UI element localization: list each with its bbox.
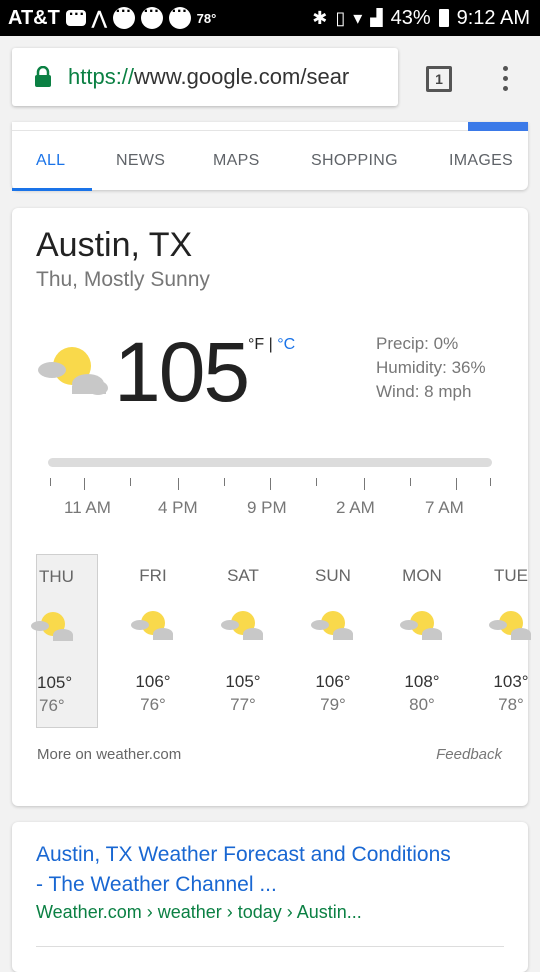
feedback-link[interactable]: Feedback	[436, 746, 502, 763]
weather-details: Precip: 0% Humidity: 36% Wind: 8 mph	[376, 332, 486, 404]
hour-label: 7 AM	[425, 498, 464, 517]
day-forecast-tue[interactable]: TUE 103° 78°	[480, 554, 540, 728]
day-high: 106°	[315, 672, 351, 691]
divider	[36, 946, 504, 947]
day-forecast-thu[interactable]: THU 105° 76°	[31, 554, 98, 728]
unit-fahrenheit[interactable]: °F	[248, 336, 264, 353]
chat-notification-icon-2	[140, 3, 163, 29]
partly-sunny-icon	[489, 611, 531, 640]
day-name: THU	[39, 567, 74, 586]
search-button-edge[interactable]	[468, 122, 528, 131]
precipitation: Precip: 0%	[376, 334, 459, 353]
url-protocol: https://	[68, 64, 135, 89]
lock-icon	[35, 66, 51, 87]
day-high: 103°	[493, 672, 529, 691]
more-weather-link[interactable]: More on weather.com	[37, 746, 181, 763]
status-temperature: 78°	[196, 10, 217, 26]
humidity: Humidity: 36%	[376, 358, 486, 377]
hour-label: 9 PM	[247, 498, 287, 517]
carrier-label: AT&T	[8, 6, 60, 29]
tab-news[interactable]: NEWS	[116, 152, 165, 170]
tab-maps[interactable]: MAPS	[213, 152, 260, 170]
unit-toggle: °F | °C	[248, 336, 295, 354]
day-forecast-fri[interactable]: FRI 106° 76°	[122, 554, 184, 728]
url-rest: www.google.com/sear	[134, 64, 350, 89]
chat-notification-icon	[112, 3, 135, 29]
day-low: 80°	[409, 695, 435, 714]
day-low: 78°	[498, 695, 524, 714]
url-text: https://www.google.com/sear	[68, 64, 349, 90]
day-name: MON	[402, 566, 442, 585]
current-temperature: 105	[114, 325, 250, 419]
result-url: Weather.com › weather › today › Austin..…	[36, 902, 362, 922]
wifi-signal-icon: ▾	[353, 7, 363, 28]
active-tab-indicator	[12, 188, 92, 191]
day-high: 105°	[37, 673, 73, 692]
hour-label: 4 PM	[158, 498, 198, 517]
battery-percent: 43%	[390, 6, 431, 29]
partly-sunny-icon	[311, 611, 353, 640]
weather-location: Austin, TX	[36, 226, 193, 264]
wifi-hotspot-icon: ⋀	[91, 7, 107, 28]
day-high: 106°	[135, 672, 171, 691]
hourly-ticks	[48, 478, 492, 490]
day-high: 105°	[225, 672, 261, 691]
browser-toolbar: https://www.google.com/sear 1	[0, 36, 540, 122]
divider	[12, 130, 528, 131]
hourly-slider[interactable]	[48, 458, 492, 467]
partly-sunny-icon	[38, 347, 108, 395]
day-name: FRI	[139, 566, 167, 585]
day-forecast-mon[interactable]: MON 108° 80°	[391, 554, 453, 728]
tab-images[interactable]: IMAGES	[449, 152, 513, 170]
hour-label: 11 AM	[64, 498, 111, 517]
day-forecast-sat[interactable]: SAT 105° 77°	[212, 554, 274, 728]
unit-separator: |	[264, 336, 278, 353]
partly-sunny-icon	[131, 611, 173, 640]
day-low: 76°	[140, 695, 166, 714]
tab-switcher-button[interactable]: 1	[426, 66, 452, 92]
search-result-card: Austin, TX Weather Forecast and Conditio…	[12, 822, 528, 972]
partly-sunny-icon	[31, 612, 73, 641]
wind: Wind: 8 mph	[376, 382, 472, 401]
weather-condition: Thu, Mostly Sunny	[36, 268, 210, 291]
clock: 9:12 AM	[456, 6, 530, 29]
partly-sunny-icon	[221, 611, 263, 640]
chat-notification-icon-3	[168, 3, 191, 29]
day-low: 77°	[230, 695, 256, 714]
partly-sunny-icon	[400, 611, 442, 640]
day-name: SUN	[315, 566, 351, 585]
cell-signal-icon: ▟	[370, 10, 383, 27]
bluetooth-icon: ✱	[312, 7, 328, 28]
daily-forecast: THU 105° 76° FRI 106° 76° SAT 105° 77° S…	[31, 554, 531, 728]
day-high: 108°	[404, 672, 440, 691]
address-bar[interactable]: https://www.google.com/sear	[12, 48, 398, 106]
day-low: 76°	[39, 696, 65, 715]
day-name: TUE	[494, 566, 528, 585]
result-title-link[interactable]: Austin, TX Weather Forecast and Conditio…	[36, 840, 456, 900]
status-bar: AT&T ⋀ 78° ✱ ▯ ▾ ▟ 43% 9:12 AM	[0, 0, 540, 36]
tab-all[interactable]: ALL	[36, 152, 65, 170]
vibrate-icon: ▯	[335, 7, 346, 28]
hour-label: 2 AM	[336, 498, 375, 517]
weather-card: Austin, TX Thu, Mostly Sunny 105 °F | °C…	[12, 208, 531, 806]
battery-icon	[438, 9, 449, 27]
overflow-menu-icon[interactable]	[498, 66, 512, 94]
tab-shopping[interactable]: SHOPPING	[311, 152, 398, 170]
day-low: 79°	[320, 695, 346, 714]
day-forecast-sun[interactable]: SUN 106° 79°	[302, 554, 364, 728]
message-notification-icon	[65, 6, 86, 26]
search-tabs-bar: ALL NEWS MAPS SHOPPING IMAGES	[12, 122, 528, 190]
unit-celsius[interactable]: °C	[277, 336, 295, 353]
day-name: SAT	[227, 566, 259, 585]
